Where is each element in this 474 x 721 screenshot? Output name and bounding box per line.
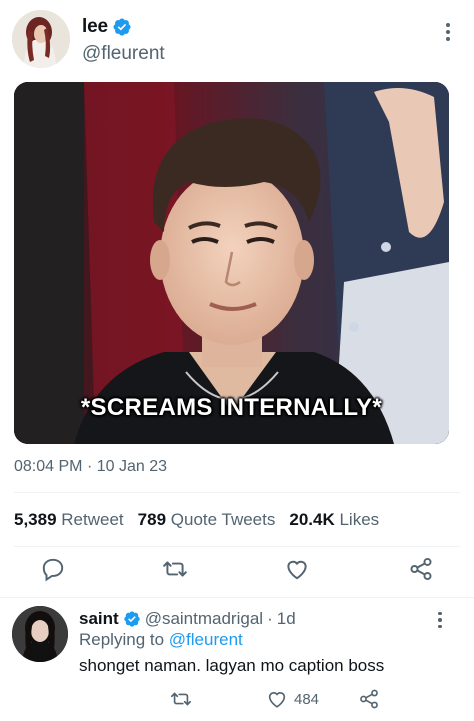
timestamp-separator: · [86, 458, 93, 475]
reply-time[interactable]: 1d [277, 609, 296, 629]
reply-like-count: 484 [294, 690, 320, 708]
quotes-stat[interactable]: 789 Quote Tweets [138, 510, 276, 530]
tweet-action-bar [0, 556, 474, 588]
retweets-stat[interactable]: 5,389 Retweet [14, 510, 124, 530]
reply-header: saint @saintmadrigal · 1d [79, 609, 296, 629]
author-handle[interactable]: @fleurent [82, 43, 165, 65]
tweet-media[interactable]: *SCREAMS INTERNALLY* [14, 82, 449, 444]
like-button[interactable]: 484 [266, 688, 319, 710]
like-icon[interactable] [284, 556, 310, 582]
display-name[interactable]: lee [82, 16, 108, 38]
like-icon [268, 692, 286, 708]
reply-action-bar: 484 [0, 688, 474, 712]
profile-photo [12, 606, 68, 662]
verified-badge-icon [113, 18, 131, 36]
retweets-label: Retweet [61, 510, 124, 529]
retweets-count: 5,389 [14, 510, 57, 529]
replying-to-mention[interactable]: @fleurent [169, 630, 243, 649]
reply-display-name[interactable]: saint [79, 609, 119, 629]
divider [14, 492, 460, 493]
divider [14, 546, 460, 547]
media-caption: *SCREAMS INTERNALLY* [80, 394, 383, 421]
quotes-label: Quote Tweets [170, 510, 276, 529]
reply-tweet[interactable]: saint @saintmadrigal · 1d Replying to @f… [0, 598, 474, 721]
retweet-icon[interactable] [170, 688, 192, 710]
tweet-stats: 5,389 Retweet 789 Quote Tweets 20.4K Lik… [14, 510, 379, 530]
media-photo [14, 82, 449, 444]
share-icon[interactable] [408, 556, 434, 582]
tweet-time: 08:04 PM [14, 458, 83, 475]
likes-count: 20.4K [289, 510, 335, 529]
author-name-row[interactable]: lee [82, 16, 132, 38]
verified-badge-icon [124, 611, 140, 627]
share-icon[interactable] [358, 688, 380, 710]
tweet-header: lee @fleurent [12, 10, 462, 70]
avatar[interactable] [12, 606, 68, 662]
reply-handle[interactable]: @saintmadrigal [145, 609, 263, 629]
avatar[interactable] [12, 10, 70, 68]
likes-stat[interactable]: 20.4K Likes [289, 510, 379, 530]
reply-time-separator: · [267, 609, 273, 628]
reply-icon[interactable] [40, 556, 66, 582]
profile-photo [12, 10, 70, 68]
tweet-date: 10 Jan 23 [96, 458, 167, 475]
more-options-icon[interactable] [438, 18, 458, 46]
tweet-timestamp[interactable]: 08:04 PM · 10 Jan 23 [14, 458, 167, 476]
retweet-icon[interactable] [162, 556, 188, 582]
replying-to: Replying to @fleurent [79, 630, 243, 650]
more-options-icon[interactable] [432, 610, 448, 630]
quotes-count: 789 [137, 510, 167, 529]
reply-text: shonget naman. lagyan mo caption boss [79, 656, 385, 675]
replying-to-label: Replying to [79, 630, 165, 649]
likes-label: Likes [339, 510, 380, 529]
